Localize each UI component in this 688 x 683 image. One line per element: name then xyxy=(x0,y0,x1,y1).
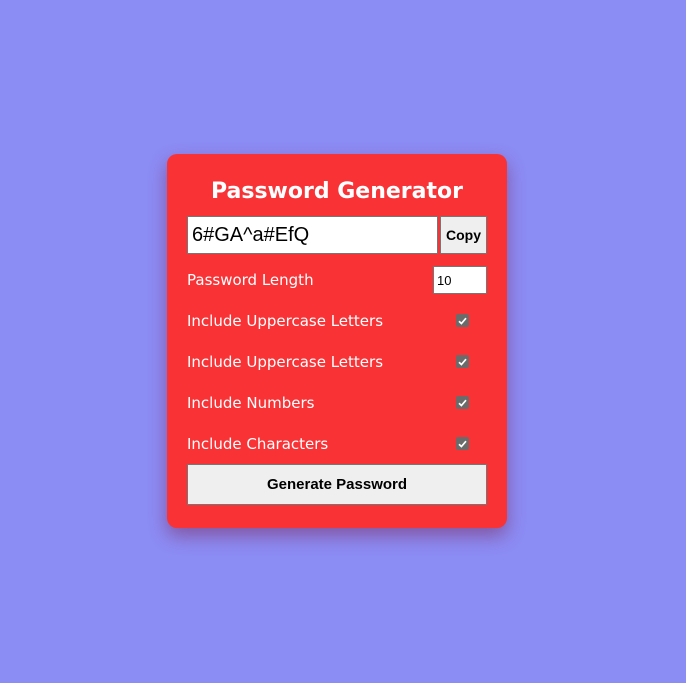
page-title: Password Generator xyxy=(210,179,463,204)
numbers-checkbox[interactable] xyxy=(456,396,469,409)
uppercase-label: Include Uppercase Letters xyxy=(187,311,384,330)
password-length-label: Password Length xyxy=(187,271,314,289)
setting-uppercase: Include Uppercase Letters xyxy=(187,300,487,341)
uppercase-checkbox[interactable] xyxy=(456,314,469,327)
setting-characters: Include Characters xyxy=(187,423,487,464)
checkmark-icon xyxy=(458,399,467,407)
password-generator-card: Password Generator Copy Password Length … xyxy=(167,154,507,528)
password-length-input[interactable] xyxy=(433,266,487,294)
uppercase-2-checkbox[interactable] xyxy=(456,355,469,368)
characters-checkbox[interactable] xyxy=(456,437,469,450)
generate-password-button[interactable]: Generate Password xyxy=(187,464,487,505)
numbers-label: Include Numbers xyxy=(187,393,315,412)
checkmark-icon xyxy=(458,317,467,325)
password-result-field[interactable] xyxy=(187,216,438,254)
uppercase-2-label: Include Uppercase Letters xyxy=(187,352,384,371)
copy-button[interactable]: Copy xyxy=(440,216,487,254)
setting-password-length: Password Length xyxy=(187,260,487,300)
checkmark-icon xyxy=(458,358,467,366)
setting-uppercase-2: Include Uppercase Letters xyxy=(187,341,487,382)
setting-numbers: Include Numbers xyxy=(187,382,487,423)
checkmark-icon xyxy=(458,440,467,448)
result-row: Copy xyxy=(187,216,487,254)
characters-label: Include Characters xyxy=(187,434,329,453)
